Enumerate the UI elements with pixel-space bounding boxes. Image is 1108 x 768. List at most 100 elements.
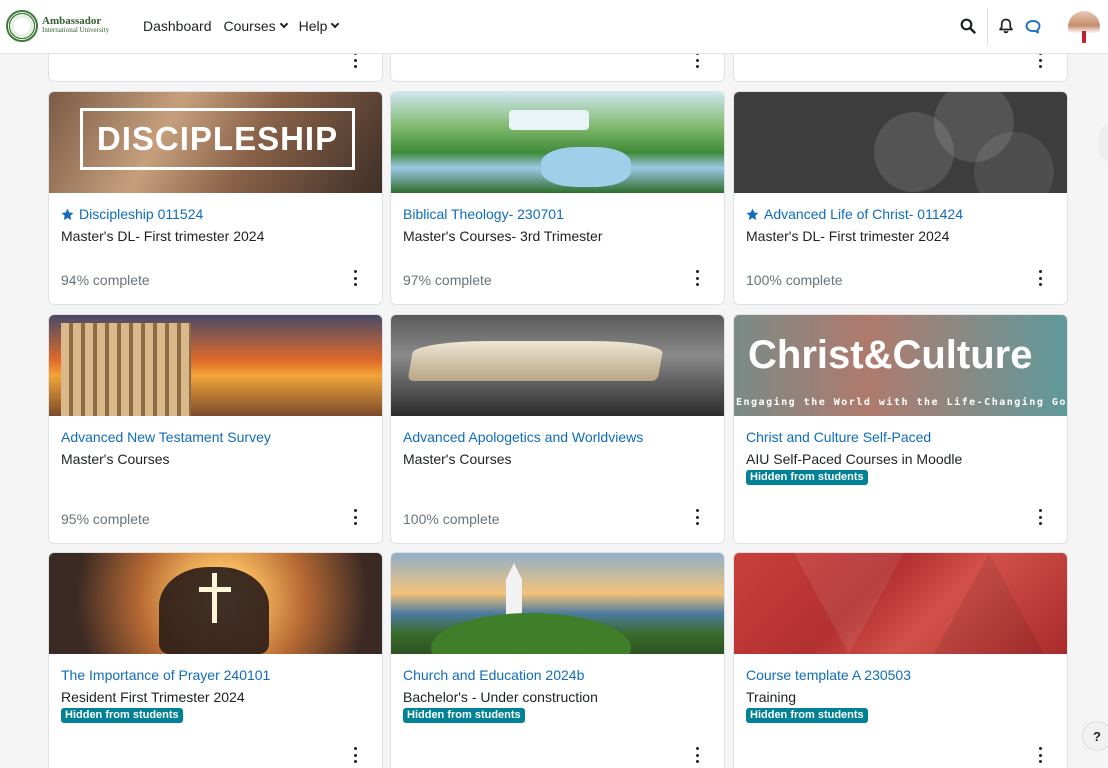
course-actions-menu-icon[interactable]: [694, 747, 700, 763]
course-category: Master's Courses- 3rd Trimester: [403, 228, 603, 244]
logo-text: Ambassador International University: [42, 15, 110, 35]
course-title-link[interactable]: Advanced Life of Christ- 011424: [746, 206, 963, 222]
course-actions-menu-icon[interactable]: [1037, 747, 1043, 763]
course-image[interactable]: [49, 553, 382, 654]
logo-name: Ambassador: [42, 15, 102, 27]
image-triangle: [794, 553, 904, 654]
course-card[interactable]: Christ&Culture Engaging the World with t…: [733, 314, 1068, 544]
course-image[interactable]: [391, 92, 724, 193]
image-ruins: [61, 323, 191, 416]
course-category: Master's Courses: [61, 451, 170, 467]
nav-courses-label: Courses: [223, 18, 276, 34]
course-actions-menu-icon[interactable]: [694, 270, 700, 286]
image-cross: [212, 573, 217, 623]
image-open-book: [407, 341, 665, 381]
course-card-partial[interactable]: [390, 54, 725, 82]
course-card[interactable]: DISCIPLESHIP Discipleship 011524 Master'…: [48, 91, 383, 305]
course-card[interactable]: The Importance of Prayer 240101 Resident…: [48, 552, 383, 768]
course-actions-menu-icon[interactable]: [352, 270, 358, 286]
course-actions-menu-icon[interactable]: [352, 54, 358, 68]
nav-help-dropdown[interactable]: Help: [299, 18, 340, 34]
course-title-link[interactable]: The Importance of Prayer 240101: [61, 667, 270, 683]
course-category: Resident First Trimester 2024: [61, 689, 245, 705]
hidden-status-badge: Hidden from students: [61, 708, 183, 723]
course-image[interactable]: [49, 315, 382, 416]
course-card[interactable]: Advanced Life of Christ- 011424 Master's…: [733, 91, 1068, 305]
image-hill: [431, 613, 631, 654]
course-image[interactable]: Christ&Culture Engaging the World with t…: [734, 315, 1067, 416]
nav-dashboard[interactable]: Dashboard: [143, 18, 212, 34]
course-actions-menu-icon[interactable]: [1037, 54, 1043, 68]
course-title: Advanced New Testament Survey: [61, 429, 271, 445]
course-card[interactable]: Church and Education 2024b Bachelor's - …: [390, 552, 725, 768]
primary-navigation: Dashboard Courses Help: [143, 18, 350, 34]
logo-subname: International University: [42, 26, 110, 34]
course-image[interactable]: [391, 315, 724, 416]
course-image-caption: Christ&Culture: [748, 333, 1033, 377]
course-category: Bachelor's - Under construction: [403, 689, 598, 705]
course-actions-menu-icon[interactable]: [694, 54, 700, 68]
image-triangle: [934, 553, 1044, 654]
course-category: AIU Self-Paced Courses in Moodle: [746, 451, 963, 467]
image-cross-bar: [199, 587, 231, 592]
course-title: Christ and Culture Self-Paced: [746, 429, 932, 445]
course-grid: DISCIPLESHIP Discipleship 011524 Master'…: [0, 54, 1108, 768]
star-icon: [746, 208, 759, 220]
course-actions-menu-icon[interactable]: [1037, 509, 1043, 525]
course-title-link[interactable]: Course template A 230503: [746, 667, 911, 683]
course-image-subcaption: Engaging the World with the Life-Changin…: [736, 397, 1067, 408]
course-card-partial[interactable]: [733, 54, 1068, 82]
course-actions-menu-icon[interactable]: [352, 509, 358, 525]
course-title: Biblical Theology- 230701: [403, 206, 564, 222]
hidden-status-badge: Hidden from students: [746, 708, 868, 723]
course-card[interactable]: Course template A 230503 Training Hidden…: [733, 552, 1068, 768]
top-navbar: Ambassador International University Dash…: [0, 0, 1108, 54]
chevron-down-icon: [331, 19, 340, 29]
course-actions-menu-icon[interactable]: [1037, 270, 1043, 286]
course-image[interactable]: [734, 92, 1067, 193]
site-logo[interactable]: Ambassador International University: [6, 10, 109, 42]
user-avatar[interactable]: [1068, 11, 1100, 43]
course-image[interactable]: [391, 553, 724, 654]
course-actions-menu-icon[interactable]: [694, 509, 700, 525]
course-title-link[interactable]: Christ and Culture Self-Paced: [746, 429, 931, 445]
course-title: The Importance of Prayer 240101: [61, 667, 271, 683]
chat-icon[interactable]: [1024, 18, 1042, 36]
navbar-divider: [987, 8, 988, 46]
course-card[interactable]: Advanced Apologetics and Worldviews Mast…: [390, 314, 725, 544]
course-title-link[interactable]: Advanced Apologetics and Worldviews: [403, 429, 643, 445]
course-title: Advanced Apologetics and Worldviews: [403, 429, 644, 445]
course-title-link[interactable]: Discipleship 011524: [61, 206, 203, 222]
course-image[interactable]: [734, 553, 1067, 654]
course-progress: 100% complete: [403, 511, 500, 527]
chevron-down-icon: [279, 19, 288, 29]
course-title: Advanced Life of Christ- 011424: [764, 206, 963, 222]
course-title: Church and Education 2024b: [403, 667, 585, 683]
course-title-link[interactable]: Advanced New Testament Survey: [61, 429, 271, 445]
course-category: Master's Courses: [403, 451, 512, 467]
course-title-link[interactable]: Church and Education 2024b: [403, 667, 584, 683]
university-seal-icon: [6, 10, 38, 42]
drawer-toggle-button[interactable]: [1098, 122, 1108, 162]
image-stream: [541, 147, 631, 187]
bell-icon[interactable]: [998, 18, 1014, 34]
search-icon[interactable]: [960, 18, 976, 34]
course-card-partial[interactable]: [48, 54, 383, 82]
image-waterfall: [509, 110, 589, 130]
course-actions-menu-icon[interactable]: [352, 747, 358, 763]
image-church: [506, 563, 522, 618]
course-card[interactable]: Advanced New Testament Survey Master's C…: [48, 314, 383, 544]
star-icon: [61, 208, 74, 220]
course-category: Master's DL- First trimester 2024: [746, 228, 950, 244]
course-image[interactable]: DISCIPLESHIP: [49, 92, 382, 193]
nav-dashboard-label: Dashboard: [143, 18, 212, 34]
nav-courses-dropdown[interactable]: Courses: [223, 18, 288, 34]
course-category: Training: [746, 689, 797, 705]
course-title: Discipleship 011524: [79, 206, 204, 222]
course-progress: 95% complete: [61, 511, 150, 527]
course-card[interactable]: Biblical Theology- 230701 Master's Cours…: [390, 91, 725, 305]
course-category: Master's DL- First trimester 2024: [61, 228, 265, 244]
course-progress: 100% complete: [746, 272, 843, 288]
course-title-link[interactable]: Biblical Theology- 230701: [403, 206, 564, 222]
help-button[interactable]: ?: [1082, 721, 1108, 751]
